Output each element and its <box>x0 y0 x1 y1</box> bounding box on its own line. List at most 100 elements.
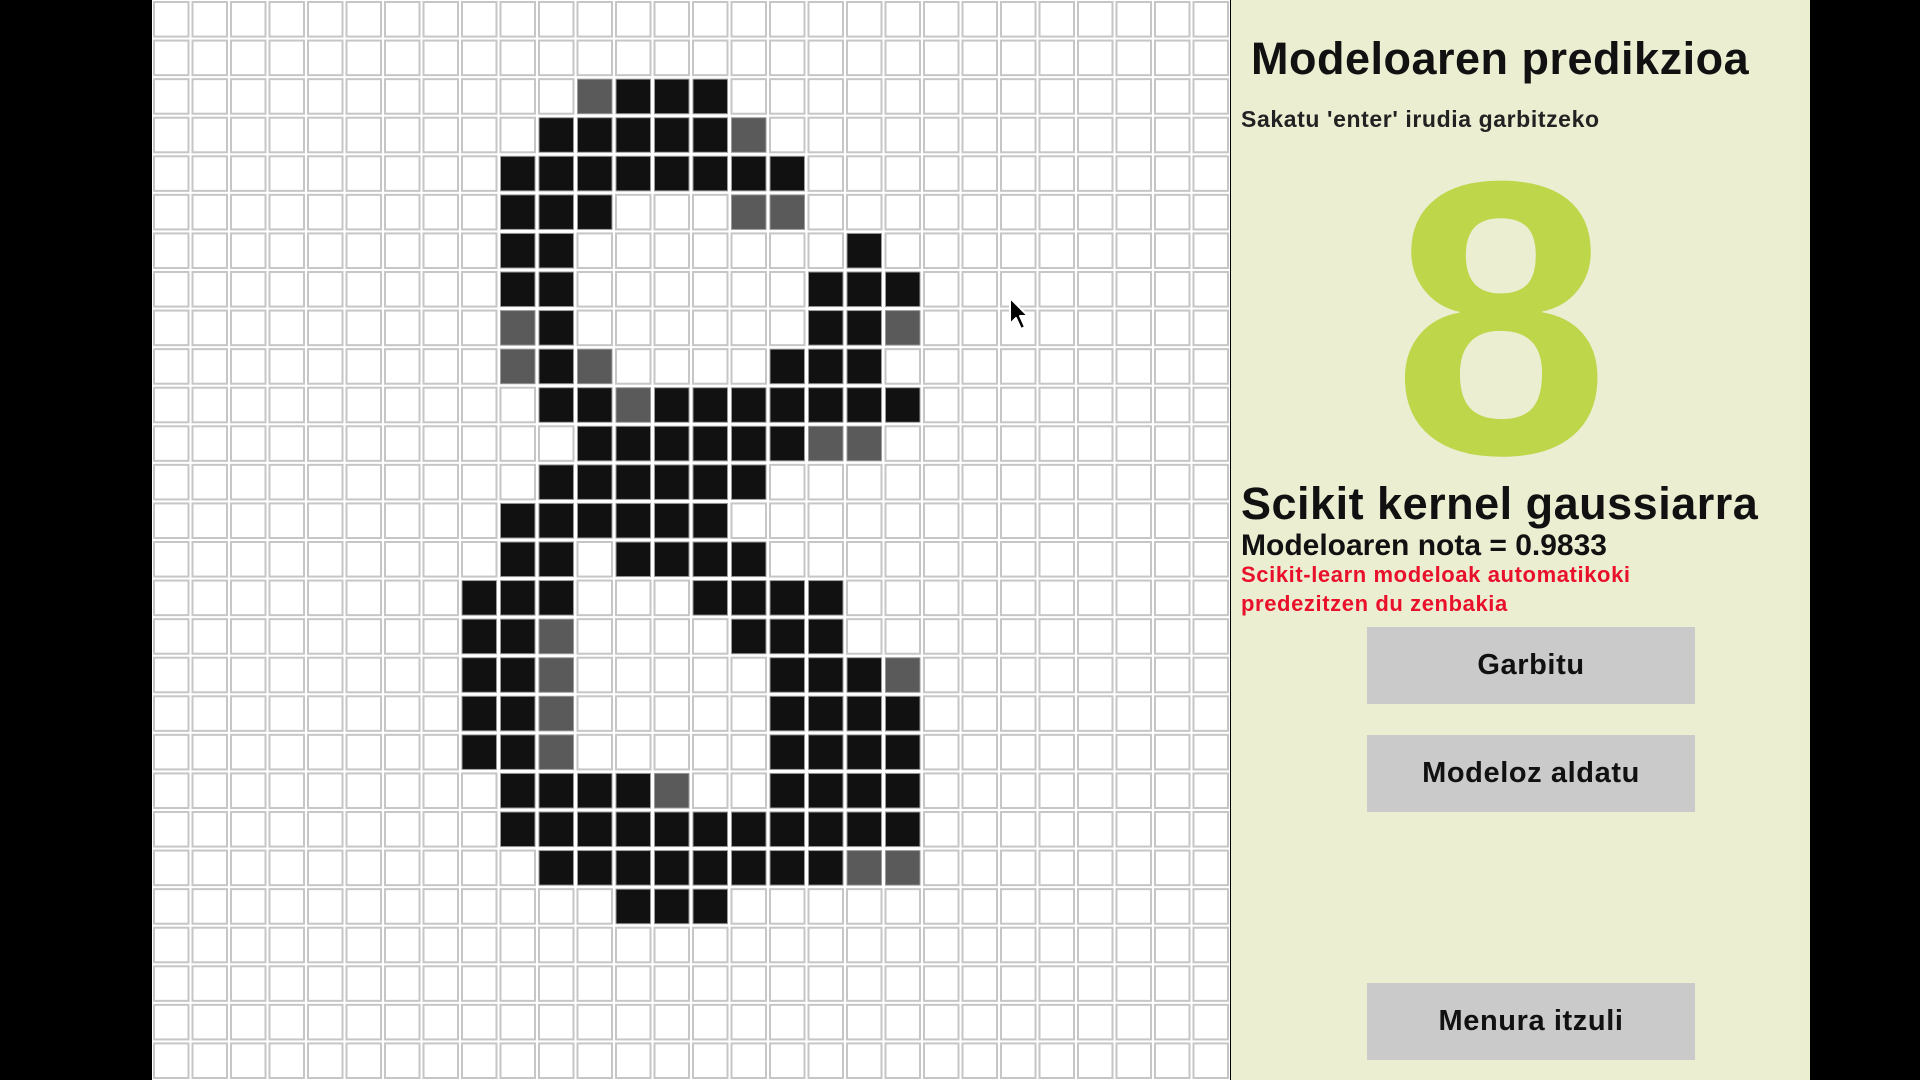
grid-cell[interactable] <box>730 733 767 771</box>
grid-cell[interactable] <box>191 926 228 964</box>
grid-cell-filled[interactable] <box>808 618 844 655</box>
grid-cell[interactable] <box>422 618 459 655</box>
grid-cell[interactable] <box>961 733 998 771</box>
grid-cell-filled[interactable] <box>885 310 921 346</box>
grid-cell-filled[interactable] <box>808 657 844 693</box>
grid-cell[interactable] <box>345 849 382 887</box>
grid-cell[interactable] <box>384 39 421 77</box>
grid-cell-filled[interactable] <box>615 117 651 153</box>
grid-cell[interactable] <box>191 348 228 385</box>
grid-cell[interactable] <box>153 849 190 887</box>
grid-cell-filled[interactable] <box>577 811 613 848</box>
grid-cell[interactable] <box>1192 271 1229 308</box>
grid-cell[interactable] <box>153 965 190 1002</box>
grid-cell[interactable] <box>153 463 190 501</box>
grid-cell-filled[interactable] <box>577 387 613 423</box>
grid-cell[interactable] <box>345 656 382 694</box>
grid-cell[interactable] <box>268 348 305 385</box>
grid-cell[interactable] <box>230 965 267 1002</box>
grid-cell[interactable] <box>923 1 960 38</box>
grid-cell[interactable] <box>268 193 305 231</box>
grid-cell-filled[interactable] <box>615 78 651 115</box>
grid-cell[interactable] <box>1154 232 1191 269</box>
grid-cell[interactable] <box>1192 116 1229 154</box>
grid-cell-filled[interactable] <box>461 734 497 770</box>
grid-cell[interactable] <box>461 1003 498 1041</box>
grid-cell[interactable] <box>1077 386 1114 424</box>
grid-cell[interactable] <box>307 1 344 38</box>
grid-cell-filled[interactable] <box>654 541 690 578</box>
grid-cell-filled[interactable] <box>769 695 805 732</box>
grid-cell-filled[interactable] <box>577 155 613 192</box>
grid-cell-filled[interactable] <box>731 541 767 578</box>
grid-cell[interactable] <box>692 1003 729 1041</box>
grid-cell[interactable] <box>1115 1042 1152 1080</box>
grid-cell[interactable] <box>384 811 421 848</box>
grid-cell-filled[interactable] <box>692 155 728 192</box>
grid-cell[interactable] <box>1077 348 1114 385</box>
grid-cell[interactable] <box>345 116 382 154</box>
grid-cell[interactable] <box>1192 1003 1229 1041</box>
grid-cell[interactable] <box>846 502 883 539</box>
grid-cell[interactable] <box>1192 193 1229 231</box>
grid-cell[interactable] <box>730 926 767 964</box>
grid-cell[interactable] <box>461 155 498 192</box>
grid-cell[interactable] <box>384 155 421 192</box>
grid-cell[interactable] <box>345 502 382 539</box>
grid-cell[interactable] <box>653 271 690 308</box>
grid-cell[interactable] <box>1115 193 1152 231</box>
grid-cell[interactable] <box>615 965 652 1002</box>
grid-cell[interactable] <box>692 193 729 231</box>
grid-cell[interactable] <box>538 1003 575 1041</box>
grid-cell[interactable] <box>345 618 382 655</box>
grid-cell-filled[interactable] <box>692 425 728 462</box>
grid-cell[interactable] <box>576 965 613 1002</box>
grid-cell[interactable] <box>1077 1042 1114 1080</box>
grid-cell[interactable] <box>730 502 767 539</box>
grid-cell[interactable] <box>1038 926 1075 964</box>
grid-cell[interactable] <box>422 733 459 771</box>
grid-cell[interactable] <box>923 271 960 308</box>
grid-cell[interactable] <box>653 618 690 655</box>
grid-cell[interactable] <box>153 232 190 269</box>
grid-cell-filled[interactable] <box>808 850 844 886</box>
grid-cell[interactable] <box>1000 1042 1037 1080</box>
grid-cell[interactable] <box>884 541 921 578</box>
grid-cell[interactable] <box>345 155 382 192</box>
grid-cell[interactable] <box>692 965 729 1002</box>
grid-cell[interactable] <box>307 541 344 578</box>
grid-cell[interactable] <box>807 193 844 231</box>
grid-cell[interactable] <box>1000 579 1037 617</box>
grid-cell-filled[interactable] <box>461 657 497 693</box>
grid-cell[interactable] <box>923 463 960 501</box>
grid-cell-filled[interactable] <box>808 695 844 732</box>
grid-cell-filled[interactable] <box>615 464 651 500</box>
grid-cell[interactable] <box>1038 1 1075 38</box>
grid-cell-filled[interactable] <box>808 425 844 462</box>
grid-cell[interactable] <box>307 618 344 655</box>
grid-cell-filled[interactable] <box>769 387 805 423</box>
grid-cell[interactable] <box>345 541 382 578</box>
grid-cell[interactable] <box>1154 425 1191 462</box>
grid-cell[interactable] <box>923 232 960 269</box>
grid-cell[interactable] <box>1192 155 1229 192</box>
grid-cell[interactable] <box>961 309 998 347</box>
grid-cell[interactable] <box>1154 463 1191 501</box>
grid-cell-filled[interactable] <box>885 772 921 809</box>
grid-cell[interactable] <box>422 463 459 501</box>
grid-cell[interactable] <box>422 772 459 809</box>
grid-cell[interactable] <box>923 502 960 539</box>
grid-cell-filled[interactable] <box>500 734 536 770</box>
grid-cell[interactable] <box>692 618 729 655</box>
grid-cell[interactable] <box>807 1042 844 1080</box>
grid-cell[interactable] <box>1192 965 1229 1002</box>
grid-cell[interactable] <box>461 78 498 115</box>
grid-cell[interactable] <box>268 232 305 269</box>
grid-cell[interactable] <box>1154 541 1191 578</box>
grid-cell[interactable] <box>1154 39 1191 77</box>
grid-cell[interactable] <box>1038 541 1075 578</box>
grid-cell[interactable] <box>422 811 459 848</box>
grid-cell[interactable] <box>1000 695 1037 732</box>
grid-cell[interactable] <box>1038 579 1075 617</box>
grid-cell[interactable] <box>384 695 421 732</box>
